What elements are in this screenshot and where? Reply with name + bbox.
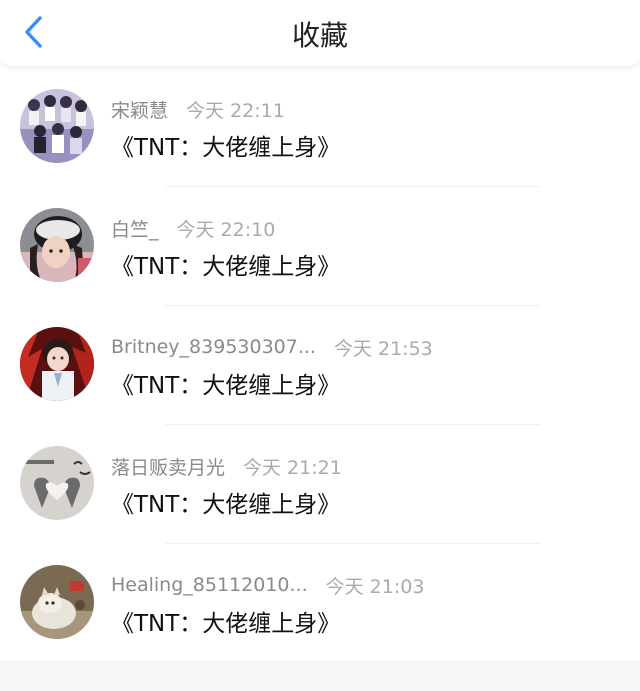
timestamp: 今天 21:03 — [325, 575, 425, 598]
book-title[interactable]: 《TNT：大佬缠上身》 — [111, 366, 340, 400]
item-meta: Healing_85112010... 今天 21:03 — [111, 572, 424, 598]
username[interactable]: Britney_839530307... — [111, 336, 316, 358]
book-title[interactable]: 《TNT：大佬缠上身》 — [111, 128, 340, 162]
bottom-spacer — [0, 660, 640, 691]
timestamp: 今天 21:21 — [243, 456, 342, 479]
book-title[interactable]: 《TNT：大佬缠上身》 — [111, 485, 340, 519]
list-item[interactable]: 白竺_ 今天 22:10 《TNT：大佬缠上身》 — [0, 187, 640, 306]
favorites-list: 宋颖慧 今天 22:11 《TNT：大佬缠上身》 白竺_ 今天 22:10 《T… — [0, 68, 640, 663]
item-meta: Britney_839530307... 今天 21:53 — [111, 334, 433, 360]
item-meta: 白竺_ 今天 22:10 — [111, 215, 275, 241]
timestamp: 今天 21:53 — [333, 337, 433, 360]
timestamp: 今天 22:11 — [186, 99, 285, 122]
avatar[interactable] — [20, 89, 94, 163]
username[interactable]: 宋颖慧 — [111, 96, 168, 123]
avatar[interactable] — [20, 208, 94, 282]
timestamp: 今天 22:10 — [176, 218, 276, 241]
list-item[interactable]: Britney_839530307... 今天 21:53 《TNT：大佬缠上身… — [0, 306, 640, 425]
book-title[interactable]: 《TNT：大佬缠上身》 — [111, 604, 340, 638]
list-item[interactable]: 宋颖慧 今天 22:11 《TNT：大佬缠上身》 — [0, 68, 640, 187]
avatar[interactable] — [20, 446, 94, 520]
username[interactable]: 落日贩卖月光 — [111, 453, 225, 480]
book-title[interactable]: 《TNT：大佬缠上身》 — [111, 247, 340, 281]
item-meta: 宋颖慧 今天 22:11 — [111, 96, 285, 122]
avatar[interactable] — [20, 327, 94, 401]
avatar[interactable] — [20, 565, 94, 639]
list-item[interactable]: Healing_85112010... 今天 21:03 《TNT：大佬缠上身》 — [0, 544, 640, 663]
top-bar: 收藏 — [0, 0, 640, 67]
item-meta: 落日贩卖月光 今天 21:21 — [111, 453, 342, 479]
page-title: 收藏 — [291, 19, 348, 52]
username[interactable]: Healing_85112010... — [111, 574, 308, 596]
list-item[interactable]: 落日贩卖月光 今天 21:21 《TNT：大佬缠上身》 — [0, 425, 640, 544]
username[interactable]: 白竺_ — [111, 215, 159, 242]
favorites-page: 收藏 宋颖慧 今天 22:11 《TNT：大佬缠上身》 白竺_ 今天 22:10… — [0, 0, 640, 691]
